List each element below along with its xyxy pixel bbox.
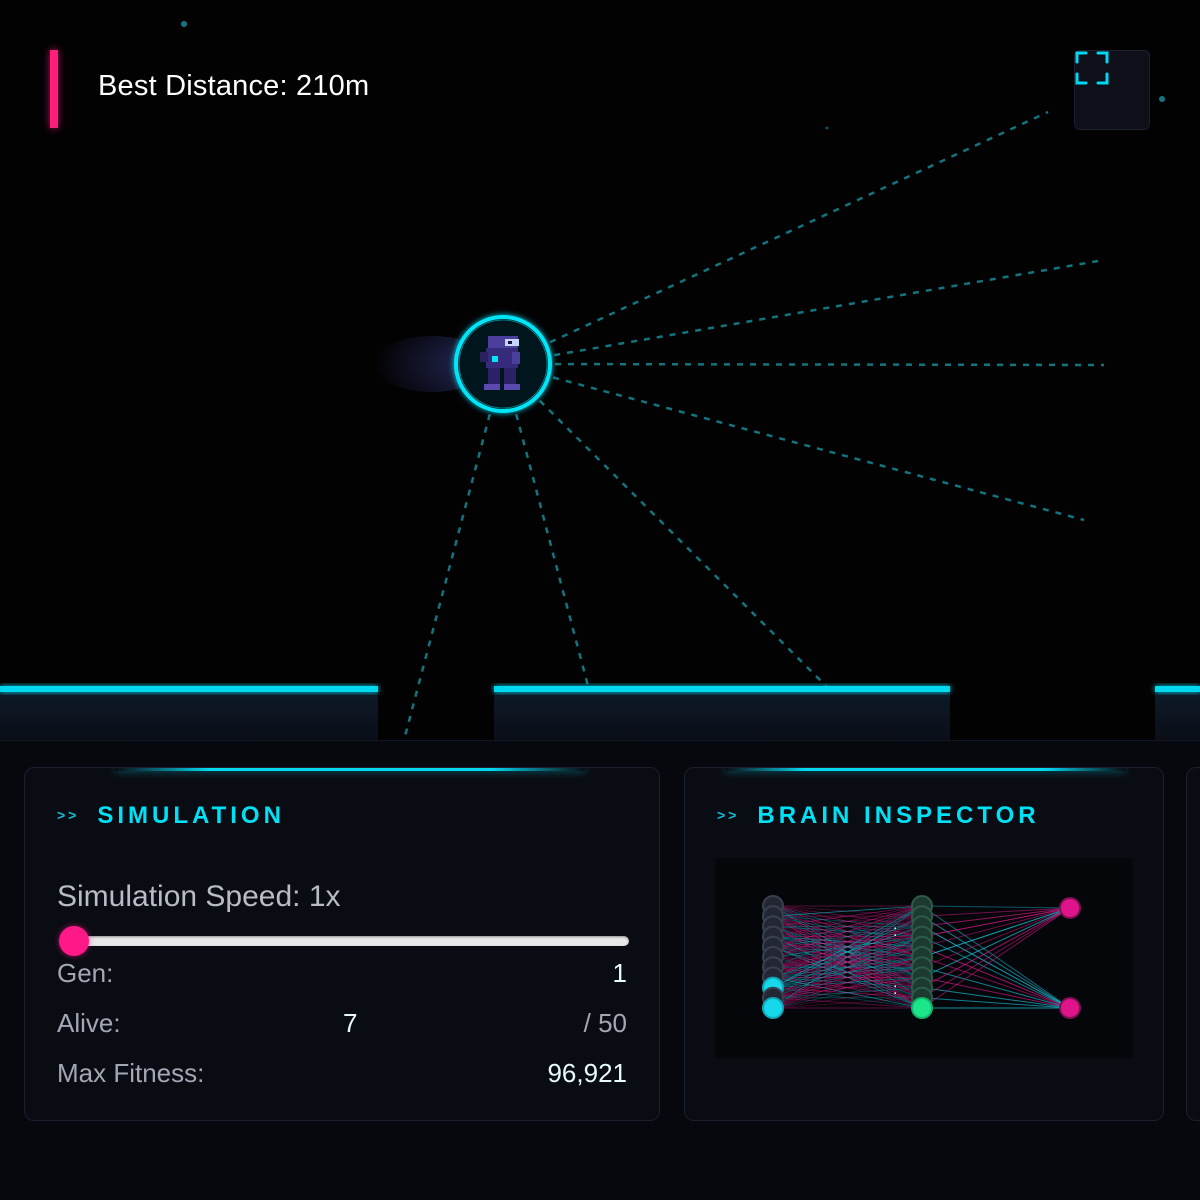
alive-value: 7 bbox=[343, 1008, 358, 1038]
sensor-ray bbox=[402, 363, 505, 740]
panel-glow bbox=[725, 768, 1125, 771]
gen-label: Gen: bbox=[57, 958, 114, 988]
brain-title: >> BRAIN INSPECTOR bbox=[717, 802, 1040, 830]
sensor-ray bbox=[502, 362, 1105, 367]
star bbox=[825, 126, 829, 130]
neural-network-graph: : : bbox=[762, 895, 1081, 1019]
game-canvas[interactable]: Best Distance: 210m bbox=[0, 0, 1200, 740]
simulation-title: >> SIMULATION bbox=[57, 802, 285, 830]
sensor-ray bbox=[502, 362, 1085, 522]
fullscreen-button[interactable] bbox=[1074, 50, 1150, 130]
speed-slider-thumb[interactable] bbox=[59, 926, 89, 956]
nn-neuron bbox=[911, 997, 933, 1019]
simulation-title-text: SIMULATION bbox=[97, 802, 285, 829]
nn-connection bbox=[921, 907, 1071, 948]
panel-glow bbox=[115, 768, 585, 771]
brain-title-text: BRAIN INSPECTOR bbox=[757, 802, 1040, 829]
nn-neuron bbox=[762, 997, 784, 1019]
speed-label: Simulation Speed: 1x bbox=[57, 880, 341, 913]
hidden-ellipsis-top: : bbox=[893, 923, 897, 940]
alive-total: / 50 bbox=[583, 1008, 627, 1038]
alive-label: Alive: bbox=[57, 1008, 121, 1038]
nn-connection bbox=[921, 946, 1071, 1009]
nn-neuron bbox=[1059, 897, 1081, 919]
app-root: Best Distance: 210m >> SIMULATION Simulat… bbox=[0, 0, 1200, 1200]
neural-network-view[interactable]: : : bbox=[715, 858, 1133, 1058]
prompt-chevrons: >> bbox=[57, 807, 80, 823]
best-distance: Best Distance: 210m bbox=[98, 70, 370, 102]
simulation-panel: >> SIMULATION Simulation Speed: 1x Gen: 1… bbox=[24, 767, 660, 1121]
extra-panel bbox=[1186, 767, 1200, 1121]
nn-neuron bbox=[1059, 997, 1081, 1019]
platform bbox=[494, 686, 950, 740]
fitness-label: Max Fitness: bbox=[57, 1058, 205, 1088]
hud-accent-bar bbox=[50, 50, 58, 128]
star bbox=[181, 21, 187, 27]
sensor-ray bbox=[501, 363, 590, 687]
game-scene bbox=[0, 21, 1200, 740]
sensor-rays bbox=[402, 110, 1105, 740]
brain-inspector-panel: >> BRAIN INSPECTOR : : bbox=[684, 767, 1164, 1121]
star bbox=[1159, 96, 1165, 102]
platform bbox=[0, 686, 378, 740]
fitness-value: 96,921 bbox=[547, 1058, 627, 1088]
speed-slider-track[interactable] bbox=[73, 936, 629, 946]
sensor-ray bbox=[502, 259, 1099, 366]
fullscreen-icon bbox=[1075, 51, 1109, 85]
sensor-ray bbox=[502, 363, 827, 687]
prompt-chevrons: >> bbox=[717, 807, 740, 823]
sensor-ray bbox=[502, 110, 1049, 366]
nn-connection bbox=[921, 905, 1071, 909]
gen-value: 1 bbox=[612, 958, 627, 988]
player-agent bbox=[454, 315, 552, 413]
hidden-ellipsis-bottom: : bbox=[893, 981, 897, 998]
nn-connection bbox=[921, 915, 1071, 1009]
control-dock: >> SIMULATION Simulation Speed: 1x Gen: 1… bbox=[0, 740, 1200, 1200]
nn-connection bbox=[921, 966, 1071, 1009]
platform bbox=[1155, 686, 1200, 740]
